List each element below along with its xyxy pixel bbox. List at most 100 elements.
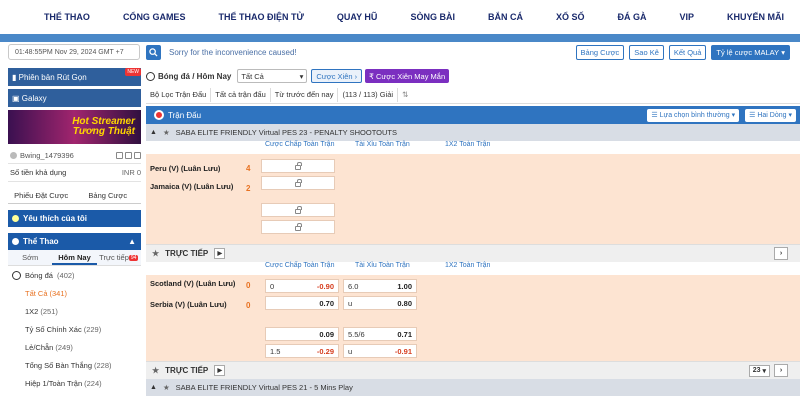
datetime-display: 01:48:55PM Nov 29, 2024 GMT +7 <box>8 44 140 60</box>
sports-label: Thể Thao <box>23 237 59 246</box>
lite-version-banner[interactable]: ▮ Phiên bản Rút Gọn NEW <box>8 68 141 86</box>
favorites-header[interactable]: Yêu thích của tôi <box>8 210 141 227</box>
market-item[interactable]: Tất Cả (341) <box>8 284 141 302</box>
lock-icon <box>295 205 302 214</box>
col-handicap: Cược Chấp Toàn Trận <box>265 141 335 148</box>
filter-select[interactable]: Tất Cả ▾ <box>237 69 308 83</box>
nav-promotions[interactable]: KHUYẾN MÃI <box>727 12 784 22</box>
username: Bwing_1479396 <box>20 151 74 160</box>
market-item[interactable]: Lẻ/Chẵn (249) <box>8 338 141 356</box>
market-count: (229) <box>83 324 102 334</box>
nav-slots[interactable]: QUAY HŨ <box>337 12 378 22</box>
time-range-select[interactable]: Từ trước đến nay <box>271 87 339 102</box>
nav-sports[interactable]: THỂ THAO <box>44 12 90 22</box>
play-icon[interactable]: ▶ <box>214 365 226 376</box>
match-filter[interactable]: Bộ Lọc Trận Đấu <box>146 87 212 102</box>
two-lines-button[interactable]: ☰ Hai Dòng ▾ <box>745 108 796 122</box>
nav-lottery[interactable]: XỔ SỐ <box>556 12 585 22</box>
sport-football[interactable]: Bóng đá (402) <box>8 266 141 284</box>
bet-list-button[interactable]: Bảng Cược <box>575 44 625 60</box>
normal-select-button[interactable]: ☰ Lựa chọn bình thường ▾ <box>647 108 740 122</box>
market-item[interactable]: Tổng Số Bàn Thắng (228) <box>8 356 141 374</box>
odds-type-select[interactable]: Tỷ lệ cược MALAY ▾ <box>711 44 790 60</box>
phone-icon: ▮ <box>12 72 19 82</box>
locked-odds <box>261 220 335 234</box>
message-icon[interactable] <box>116 152 123 159</box>
parlay-label: Cược Xiên <box>316 71 353 81</box>
live-header[interactable]: ★ TRỰC TIẾP ▶ 23 ▾ › <box>146 361 800 379</box>
chevron-right-icon[interactable]: › <box>774 247 788 260</box>
football-label: Bóng đá <box>25 270 53 280</box>
play-icon[interactable]: ▶ <box>214 248 226 259</box>
star-icon[interactable]: ★ <box>163 128 170 137</box>
all-matches-select[interactable]: Tất cả trận đấu <box>211 87 271 102</box>
league-name: SABA ELITE FRIENDLY Virtual PES 23 - PEN… <box>175 128 397 137</box>
galaxy-banner[interactable]: ▣ Galaxy <box>8 89 141 107</box>
parlay-button[interactable]: Cược Xiên › <box>311 69 363 83</box>
overunder-odds[interactable]: u -0.91 <box>343 344 417 358</box>
chevron-down-icon: ▾ <box>299 71 304 81</box>
nav-cockfight[interactable]: ĐÁ GÀ <box>617 12 646 22</box>
overunder-odds[interactable]: 5.5/6 0.71 <box>343 327 417 341</box>
chevron-right-icon[interactable]: › <box>774 364 788 377</box>
league-header[interactable]: ▲ ★ SABA ELITE FRIENDLY Virtual PES 21 -… <box>146 379 800 396</box>
market-count: (341) <box>49 288 68 298</box>
market-item[interactable]: Hiệp 1/Toàn Trận (224) <box>8 374 141 392</box>
col-overunder: Tài Xỉu Toàn Trận <box>355 141 410 148</box>
live-header[interactable]: ★ TRỰC TIẾP ▶ › <box>146 244 800 262</box>
nav-fishing[interactable]: BẮN CÁ <box>488 12 523 22</box>
live-count-badge: 94 <box>128 255 139 261</box>
handicap-odds[interactable]: 1.5 -0.29 <box>265 344 339 358</box>
locked-odds <box>261 159 335 173</box>
sort-icon[interactable]: ⇅ <box>398 88 412 102</box>
search-button[interactable] <box>146 44 161 60</box>
results-button[interactable]: Kết Quả <box>668 44 707 60</box>
tab-live[interactable]: Trực tiếp 94 <box>97 250 141 265</box>
overunder-odds[interactable]: 6.0 1.00 <box>343 279 417 293</box>
page-select[interactable]: 23 ▾ <box>748 364 770 377</box>
sports-header[interactable]: Thể Thao ▲ <box>8 233 141 250</box>
lucky-parlay-button[interactable]: ₹ Cược Xiên May Mắn <box>365 69 450 83</box>
list-icon: ☰ <box>749 112 758 119</box>
normal-select-label: Lựa chọn bình thường <box>659 111 730 119</box>
handicap-odds[interactable]: 0.70 <box>265 296 339 310</box>
football-icon <box>146 71 155 81</box>
statement-button[interactable]: Sao Kê <box>629 44 664 60</box>
away-score: 0 <box>246 301 251 310</box>
star-icon[interactable]: ★ <box>152 366 159 375</box>
hot-streamer-promo[interactable]: Hot Streamer Tương Thuật <box>8 110 141 144</box>
nav-games[interactable]: CỔNG GAMES <box>123 12 186 22</box>
two-lines-label: Hai Dòng <box>757 111 787 119</box>
league-count[interactable]: (113 / 113) Giải <box>338 87 399 102</box>
market-item[interactable]: 1X2 (251) <box>8 302 141 320</box>
user-icon <box>10 152 17 159</box>
tab-early[interactable]: Sớm <box>8 250 52 265</box>
settings-icon[interactable] <box>134 152 141 159</box>
tab-bet-list[interactable]: Bảng Cược <box>75 188 142 203</box>
overunder-odds[interactable]: u 0.80 <box>343 296 417 310</box>
star-icon[interactable]: ★ <box>163 383 170 392</box>
tab-bet-slip[interactable]: Phiếu Đặt Cược <box>8 188 75 203</box>
galaxy-label: Galaxy <box>21 93 47 103</box>
new-badge: NEW <box>125 68 141 76</box>
col-overunder: Tài Xỉu Toàn Trận <box>355 262 410 269</box>
handicap-odds[interactable]: 0.09 <box>265 327 339 341</box>
star-icon[interactable]: ★ <box>152 249 159 258</box>
odds-value: 0.80 <box>397 298 412 308</box>
nav-vip[interactable]: VIP <box>679 12 694 22</box>
refresh-icon[interactable] <box>125 152 132 159</box>
market-item[interactable]: Tỷ Số Chính Xác (229) <box>8 320 141 338</box>
col-1x2: 1X2 Toàn Trận <box>445 141 491 148</box>
handicap-odds[interactable]: 0 -0.90 <box>265 279 339 293</box>
total-line: 5.5/6 <box>348 329 365 339</box>
tab-today[interactable]: Hôm Nay <box>52 250 97 265</box>
matches-header: Trận Đấu ☰ Lựa chọn bình thường ▾ ☰ Hai … <box>146 106 800 124</box>
lock-icon <box>295 222 302 231</box>
total-line: 6.0 <box>348 281 359 291</box>
balance-label: Số tiền khả dụng <box>10 168 67 177</box>
nav-casino[interactable]: SÒNG BÀI <box>410 12 455 22</box>
locked-odds <box>261 203 335 217</box>
league-header[interactable]: ▲ ★ SABA ELITE FRIENDLY Virtual PES 23 -… <box>146 124 800 141</box>
nav-esports[interactable]: THỂ THAO ĐIỆN TỬ <box>218 12 303 22</box>
list-icon: ☰ <box>651 112 660 119</box>
